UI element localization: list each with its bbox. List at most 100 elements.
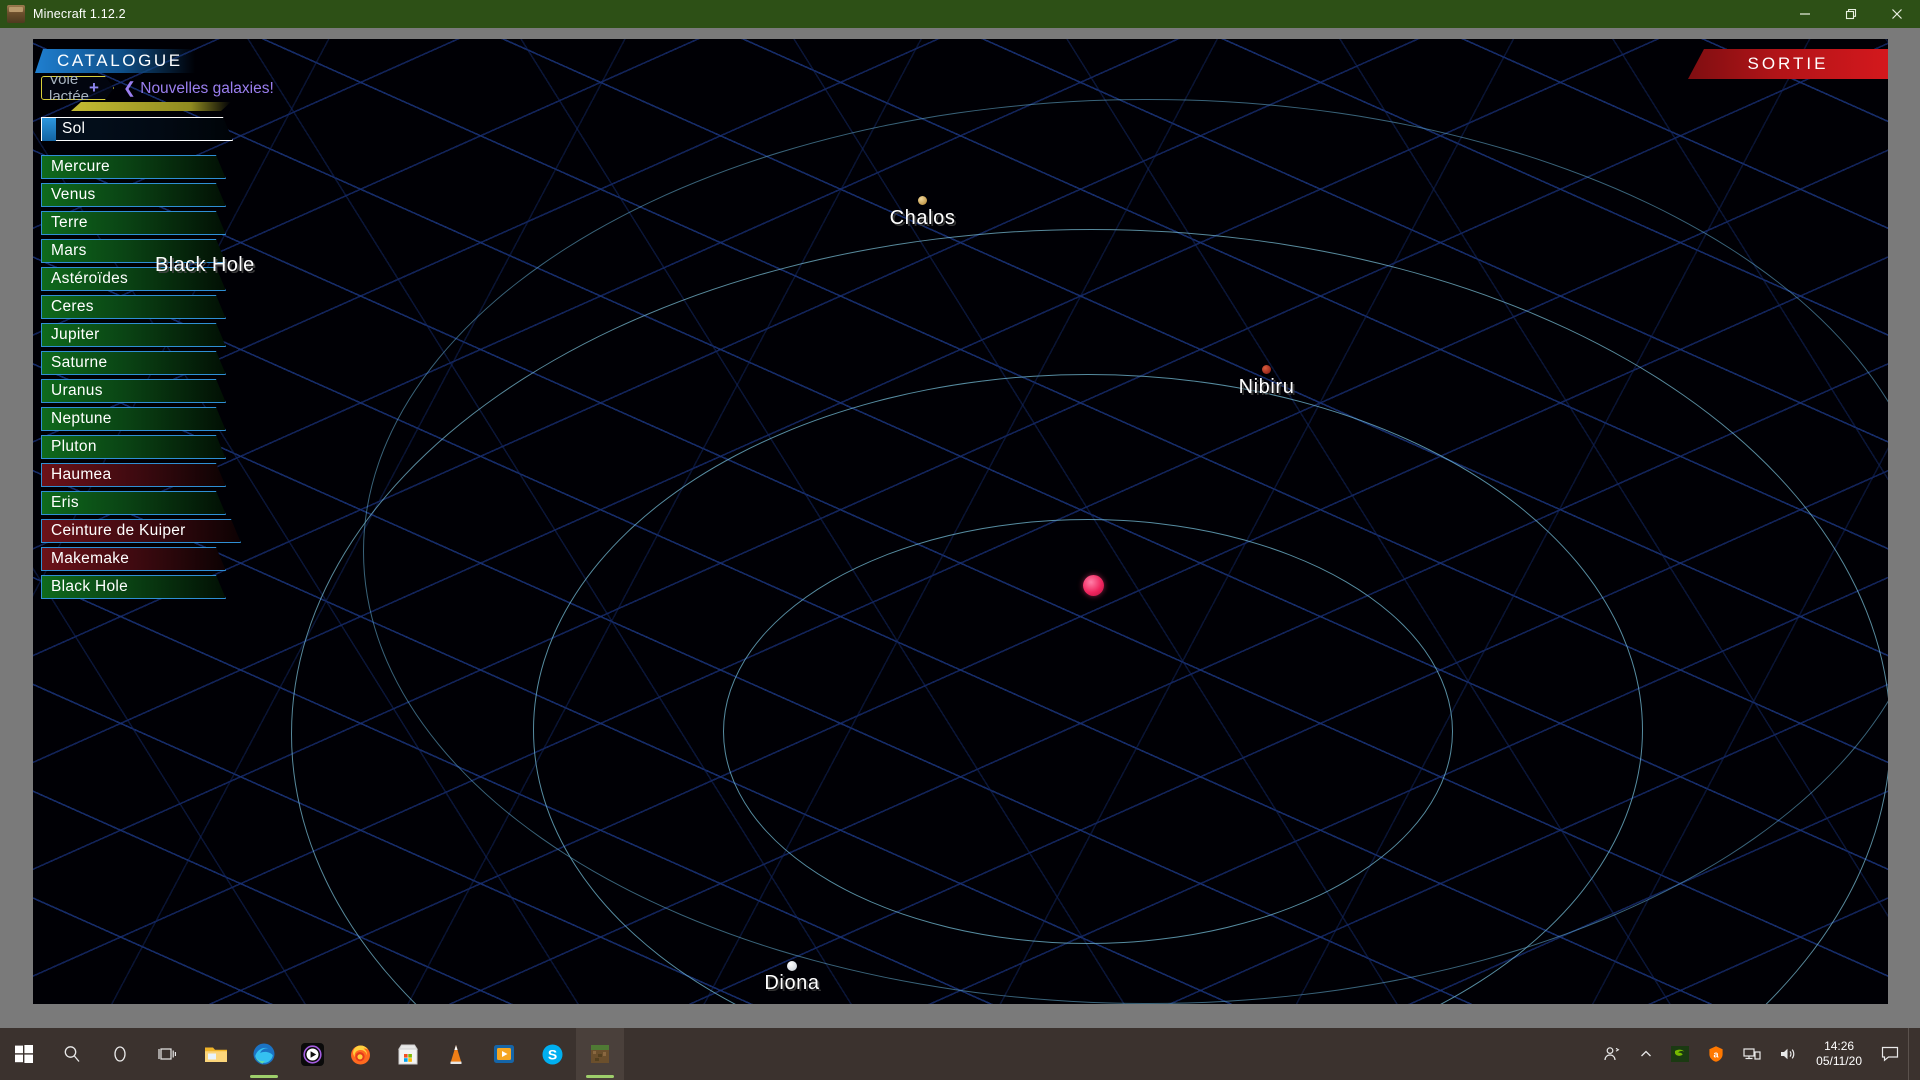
network-icon[interactable] bbox=[1734, 1046, 1770, 1062]
exit-button-label: SORTIE bbox=[1747, 54, 1829, 73]
task-view-button[interactable] bbox=[144, 1028, 192, 1080]
skype-icon: S bbox=[542, 1044, 562, 1064]
celestial-body-diona[interactable]: Diona bbox=[764, 961, 819, 994]
catalogue-item-label: Uranus bbox=[51, 382, 103, 399]
store-icon bbox=[398, 1044, 418, 1064]
catalogue-item-label: Sol bbox=[62, 120, 86, 137]
catalogue-item-selected-tab bbox=[42, 118, 56, 142]
catalogue-header-label: CATALOGUE bbox=[57, 51, 183, 70]
cortana-icon bbox=[114, 1046, 126, 1062]
windows-taskbar: S a 14:26 05/11/20 bbox=[0, 1028, 1920, 1080]
minecraft-button[interactable] bbox=[576, 1028, 624, 1080]
catalogue-item-label: Terre bbox=[51, 214, 88, 231]
catalogue-item-pluton[interactable]: Pluton bbox=[41, 435, 226, 459]
meet-now-icon[interactable] bbox=[1594, 1045, 1630, 1063]
show-hidden-icons-chevron[interactable] bbox=[1630, 1047, 1662, 1061]
orbit-ring-outermost bbox=[363, 99, 1888, 1004]
celestial-body-label: Diona bbox=[764, 972, 820, 994]
vlc-cone-icon bbox=[450, 1044, 462, 1064]
file-explorer-button[interactable] bbox=[192, 1028, 240, 1080]
play-circle-icon bbox=[300, 1042, 324, 1066]
search-button[interactable] bbox=[48, 1028, 96, 1080]
search-icon bbox=[64, 1046, 80, 1062]
catalogue-item-label: Venus bbox=[51, 186, 96, 203]
exit-button[interactable]: SORTIE bbox=[1688, 49, 1888, 79]
galaxy-add-icon[interactable]: + bbox=[89, 78, 99, 98]
show-desktop-button[interactable] bbox=[1908, 1028, 1916, 1080]
microsoft-store-button[interactable] bbox=[384, 1028, 432, 1080]
edge-button[interactable] bbox=[240, 1028, 288, 1080]
celestial-body-nibiru[interactable]: Nibiru bbox=[1239, 365, 1294, 398]
notification-icon[interactable] bbox=[1872, 1046, 1908, 1062]
catalogue-item-ceres[interactable]: Ceres bbox=[41, 295, 226, 319]
media-player-button[interactable] bbox=[288, 1028, 336, 1080]
catalogue-item-selected-underline bbox=[48, 146, 228, 155]
restore-icon[interactable] bbox=[1828, 0, 1874, 28]
catalogue-item-uranus[interactable]: Uranus bbox=[41, 379, 226, 403]
galaxy-map-canvas[interactable]: Chalos Nibiru Diona CATALOGUE Voie lacté… bbox=[33, 39, 1888, 1004]
firefox-button[interactable] bbox=[336, 1028, 384, 1080]
galaxy-selector-row: Voie lactée + ❮ Nouvelles galaxies! bbox=[35, 76, 274, 100]
catalogue-item-label: Neptune bbox=[51, 410, 112, 427]
catalogue-item-sol[interactable]: Sol bbox=[41, 117, 233, 141]
catalogue-item-label: Eris bbox=[51, 494, 79, 511]
avast-icon[interactable]: a bbox=[1698, 1045, 1734, 1063]
catalogue-item-label: Haumea bbox=[51, 466, 112, 483]
windows-logo-icon bbox=[15, 1045, 33, 1063]
minecraft-block-icon bbox=[591, 1045, 609, 1063]
movies-tv-icon bbox=[494, 1045, 514, 1063]
catalogue-header: CATALOGUE bbox=[35, 47, 265, 75]
catalogue-item-haumea[interactable]: Haumea bbox=[41, 463, 226, 487]
skype-button[interactable]: S bbox=[528, 1028, 576, 1080]
catalogue-item-eris[interactable]: Eris bbox=[41, 491, 226, 515]
catalogue-item-black-hole[interactable]: Black Hole bbox=[41, 575, 226, 599]
planet-dot bbox=[918, 196, 927, 205]
movies-tv-button[interactable] bbox=[480, 1028, 528, 1080]
catalogue-list: Sol Mercure Venus Terre Mars Astéroïdes Ceres J… bbox=[35, 117, 265, 599]
catalogue-item-mercure[interactable]: Mercure bbox=[41, 155, 226, 179]
catalogue-item-label: Jupiter bbox=[51, 326, 100, 343]
celestial-body-chalos[interactable]: Chalos bbox=[890, 196, 955, 229]
catalogue-item-label: Mercure bbox=[51, 158, 110, 175]
catalogue-item-venus[interactable]: Venus bbox=[41, 183, 226, 207]
catalogue-item-label: Ceres bbox=[51, 298, 94, 315]
desktop: Minecraft 1.12.2 Chalos Nibiru Diona CAT… bbox=[0, 0, 1920, 1080]
nvidia-icon[interactable] bbox=[1662, 1046, 1698, 1062]
star-sol[interactable] bbox=[1083, 575, 1104, 596]
catalogue-item-terre[interactable]: Terre bbox=[41, 211, 226, 235]
volume-icon[interactable] bbox=[1770, 1046, 1806, 1062]
close-icon[interactable] bbox=[1874, 0, 1920, 28]
catalogue-item-makemake[interactable]: Makemake bbox=[41, 547, 226, 571]
galaxy-name-label: Voie lactée bbox=[49, 71, 90, 105]
task-view-icon bbox=[158, 1048, 176, 1060]
catalogue-item-label: Makemake bbox=[51, 550, 130, 567]
clock-time: 14:26 bbox=[1824, 1039, 1855, 1053]
galaxy-selector-underline bbox=[71, 102, 231, 111]
hovered-body-tooltip: Black Hole bbox=[155, 254, 255, 276]
minecraft-block-icon bbox=[7, 5, 25, 23]
catalogue-item-label: Pluton bbox=[51, 438, 97, 455]
vlc-button[interactable] bbox=[432, 1028, 480, 1080]
running-indicator bbox=[586, 1075, 614, 1078]
window-frame: Chalos Nibiru Diona CATALOGUE Voie lacté… bbox=[0, 28, 1920, 1028]
catalogue-item-label: Saturne bbox=[51, 354, 108, 371]
new-galaxies-link[interactable]: ❮ Nouvelles galaxies! bbox=[123, 79, 274, 98]
system-tray: a 14:26 05/11/20 bbox=[1594, 1028, 1920, 1080]
catalogue-item-jupiter[interactable]: Jupiter bbox=[41, 323, 226, 347]
firefox-icon bbox=[350, 1045, 370, 1064]
window-titlebar: Minecraft 1.12.2 bbox=[0, 0, 1920, 28]
catalogue-item-saturne[interactable]: Saturne bbox=[41, 351, 226, 375]
catalogue-item-ceinture-de-kuiper[interactable]: Ceinture de Kuiper bbox=[41, 519, 241, 543]
celestial-body-label: Nibiru bbox=[1238, 376, 1295, 398]
taskbar-clock[interactable]: 14:26 05/11/20 bbox=[1806, 1039, 1872, 1069]
edge-icon bbox=[253, 1043, 275, 1065]
minimize-icon[interactable] bbox=[1782, 0, 1828, 28]
start-button[interactable] bbox=[0, 1028, 48, 1080]
catalogue-item-label: Astéroïdes bbox=[51, 270, 129, 287]
running-indicator bbox=[250, 1075, 278, 1078]
galaxy-selector[interactable]: Voie lactée + bbox=[41, 76, 114, 100]
window-title: Minecraft 1.12.2 bbox=[33, 7, 126, 21]
cortana-button[interactable] bbox=[96, 1028, 144, 1080]
catalogue-item-label: Mars bbox=[51, 242, 87, 259]
catalogue-item-neptune[interactable]: Neptune bbox=[41, 407, 226, 431]
